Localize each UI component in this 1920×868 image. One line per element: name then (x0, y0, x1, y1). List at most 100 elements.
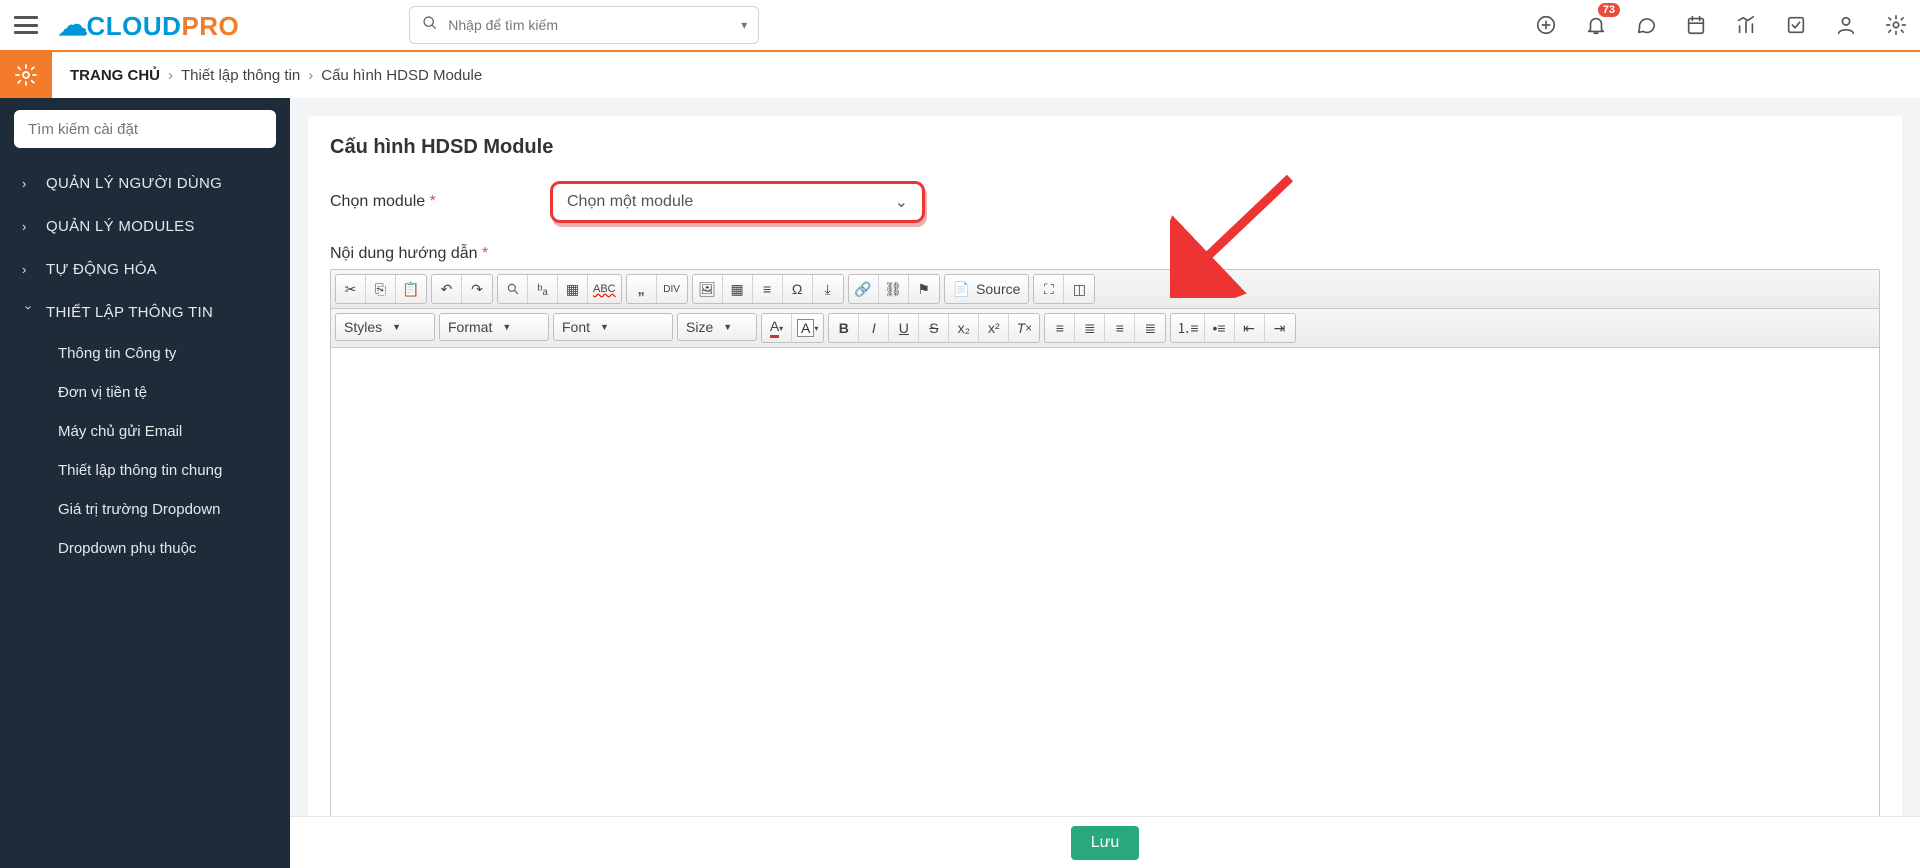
notification-badge: 73 (1598, 3, 1620, 17)
showblocks-button[interactable]: ◫ (1064, 275, 1094, 303)
chevron-right-icon: › (22, 176, 36, 191)
blockquote-button[interactable]: „ (627, 275, 657, 303)
save-button[interactable]: Lưu (1071, 826, 1140, 860)
size-dropdown[interactable]: Size▼ (677, 313, 757, 341)
content-label: Nội dung hướng dẫn * (330, 245, 1880, 263)
breadcrumb-lvl2: Cấu hình HDSD Module (321, 67, 482, 84)
text-color-button[interactable]: A ▾ (762, 314, 792, 342)
global-search[interactable]: Nhập để tìm kiếm ▾ (409, 6, 759, 44)
module-label: Chọn module * (330, 193, 550, 211)
editor-toolbar-row1: ✂ ⎘ 📋 ↶ ↷ ᵇₐ ▦ ABC „ (331, 270, 1879, 309)
module-select[interactable]: Chọn một module ⌄ (550, 181, 925, 223)
notifications-button[interactable]: 73 (1584, 13, 1608, 37)
sidebar-item-email-server[interactable]: Máy chủ gửi Email (0, 412, 290, 451)
anchor-button[interactable]: ⚑ (909, 275, 939, 303)
outdent-button[interactable]: ⇤ (1235, 314, 1265, 342)
sidebar-group-modules[interactable]: › QUẢN LÝ MODULES (0, 205, 290, 248)
maximize-button[interactable]: ⛶ (1034, 275, 1064, 303)
sidebar-group-automation[interactable]: › TỰ ĐỘNG HÓA (0, 248, 290, 291)
header-actions: 73 (1534, 13, 1908, 37)
breadcrumb-home[interactable]: TRANG CHỦ (70, 67, 160, 84)
format-dropdown[interactable]: Format▼ (439, 313, 549, 341)
sidebar-item-company[interactable]: Thông tin Công ty (0, 334, 290, 373)
link-button[interactable]: 🔗 (849, 275, 879, 303)
chat-button[interactable] (1634, 13, 1658, 37)
config-card: Cấu hình HDSD Module Chọn module * Chọn … (308, 116, 1902, 868)
subscript-button[interactable]: x₂ (949, 314, 979, 342)
bold-button[interactable]: B (829, 314, 859, 342)
undo-button[interactable]: ↶ (432, 275, 462, 303)
profile-button[interactable] (1834, 13, 1858, 37)
editor-content-area[interactable] (331, 348, 1879, 857)
calendar-button[interactable] (1684, 13, 1708, 37)
pagebreak-button[interactable]: ⤓ (813, 275, 843, 303)
reports-button[interactable] (1734, 13, 1758, 37)
table-button[interactable]: ▦ (723, 275, 753, 303)
rich-text-editor: ✂ ⎘ 📋 ↶ ↷ ᵇₐ ▦ ABC „ (330, 269, 1880, 858)
chevron-right-icon: › (22, 262, 36, 277)
sidebar-item-dropdown-values[interactable]: Giá trị trường Dropdown (0, 490, 290, 529)
find-button[interactable] (498, 275, 528, 303)
div-button[interactable]: DIV (657, 275, 687, 303)
select-all-button[interactable]: ▦ (558, 275, 588, 303)
breadcrumb: TRANG CHỦ › Thiết lập thông tin › Cấu hì… (52, 52, 500, 98)
sidebar-item-general-settings[interactable]: Thiết lập thông tin chung (0, 451, 290, 490)
sidebar-search[interactable] (14, 110, 276, 148)
footer-bar: Lưu (290, 816, 1920, 868)
cloud-icon: ☁ (58, 8, 89, 43)
bg-color-button[interactable]: A ▾ (792, 314, 823, 342)
breadcrumb-lvl1[interactable]: Thiết lập thông tin (181, 67, 300, 84)
menu-toggle-button[interactable] (0, 0, 52, 51)
tasks-button[interactable] (1784, 13, 1808, 37)
hr-button[interactable]: ≡ (753, 275, 783, 303)
superscript-button[interactable]: x² (979, 314, 1009, 342)
font-dropdown[interactable]: Font▼ (553, 313, 673, 341)
sidebar-group-settings[interactable]: › THIẾT LẬP THÔNG TIN (0, 291, 290, 334)
numbered-list-button[interactable]: ⒈≡ (1171, 314, 1204, 342)
search-icon (422, 15, 438, 36)
paste-button[interactable]: 📋 (396, 275, 426, 303)
chevron-down-icon: ⌄ (895, 192, 908, 212)
underline-button[interactable]: U (889, 314, 919, 342)
copy-button[interactable]: ⎘ (366, 275, 396, 303)
search-placeholder: Nhập để tìm kiếm (448, 17, 558, 33)
editor-toolbar-row2: Styles▼ Format▼ Font▼ Size▼ A ▾ A ▾ B I … (331, 309, 1879, 348)
styles-dropdown[interactable]: Styles▼ (335, 313, 435, 341)
bullet-list-button[interactable]: •≡ (1205, 314, 1235, 342)
source-button[interactable]: 📄 Source (945, 275, 1029, 303)
unlink-button[interactable]: ⛓ (879, 275, 909, 303)
special-char-button[interactable]: Ω (783, 275, 813, 303)
module-select-placeholder: Chọn một module (567, 193, 693, 211)
sidebar-item-currency[interactable]: Đơn vị tiền tệ (0, 373, 290, 412)
align-justify-button[interactable]: ≣ (1135, 314, 1165, 342)
align-left-button[interactable]: ≡ (1045, 314, 1075, 342)
strike-button[interactable]: S (919, 314, 949, 342)
redo-button[interactable]: ↷ (462, 275, 492, 303)
spellcheck-button[interactable]: ABC (588, 275, 621, 303)
align-right-button[interactable]: ≡ (1105, 314, 1135, 342)
chevron-right-icon: › (22, 219, 36, 234)
chevron-down-icon: › (22, 306, 37, 320)
page-title: Cấu hình HDSD Module (330, 136, 1880, 159)
settings-gear-icon[interactable] (0, 52, 52, 98)
add-button[interactable] (1534, 13, 1558, 37)
indent-button[interactable]: ⇥ (1265, 314, 1295, 342)
chevron-down-icon: ▾ (741, 18, 747, 32)
italic-button[interactable]: I (859, 314, 889, 342)
sidebar-item-dependent-dropdown[interactable]: Dropdown phụ thuộc (0, 529, 290, 568)
top-header: ☁ CLOUDPRO Nhập để tìm kiếm ▾ 73 (0, 0, 1920, 52)
sidebar-search-input[interactable] (14, 110, 276, 148)
main-content: Cấu hình HDSD Module Chọn module * Chọn … (290, 98, 1920, 868)
image-button[interactable]: 🖼 (693, 275, 723, 303)
remove-format-button[interactable]: T× (1009, 314, 1039, 342)
cut-button[interactable]: ✂ (336, 275, 366, 303)
breadcrumb-row: TRANG CHỦ › Thiết lập thông tin › Cấu hì… (0, 52, 1920, 98)
hamburger-icon (14, 16, 38, 34)
settings-button[interactable] (1884, 13, 1908, 37)
sidebar-group-users[interactable]: › QUẢN LÝ NGƯỜI DÙNG (0, 162, 290, 205)
settings-sidebar: › QUẢN LÝ NGƯỜI DÙNG › QUẢN LÝ MODULES ›… (0, 98, 290, 868)
logo[interactable]: ☁ CLOUDPRO (58, 8, 239, 43)
replace-button[interactable]: ᵇₐ (528, 275, 558, 303)
module-field-row: Chọn module * Chọn một module ⌄ (330, 181, 1880, 223)
align-center-button[interactable]: ≣ (1075, 314, 1105, 342)
